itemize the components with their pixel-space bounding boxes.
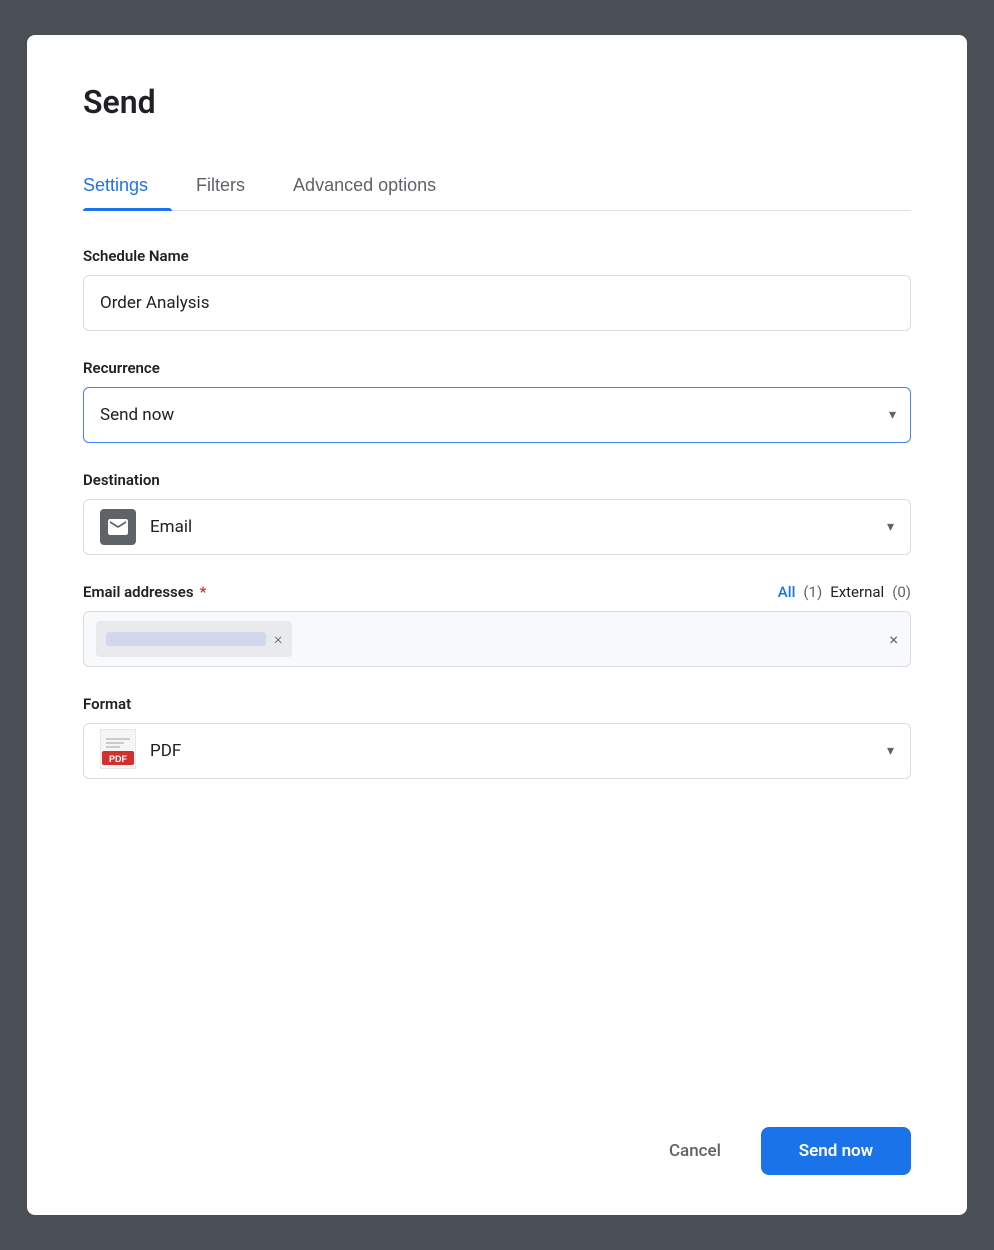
recurrence-chevron-icon: ▾ — [889, 407, 896, 423]
pdf-icon: PDF — [100, 729, 136, 773]
tabs-container: Settings Filters Advanced options — [83, 161, 911, 211]
dialog-title: Send — [83, 83, 911, 121]
email-filter-buttons: All (1) External (0) — [778, 583, 911, 601]
email-icon-bg — [100, 509, 136, 545]
email-addresses-label: Email addresses * — [83, 583, 206, 601]
email-all-count: (1) — [803, 583, 822, 601]
email-external-count: (0) — [892, 583, 911, 601]
destination-value: Email — [150, 517, 887, 537]
destination-section: Destination Email ▾ — [83, 471, 911, 555]
send-dialog: Send Settings Filters Advanced options S… — [27, 35, 967, 1215]
tab-advanced-options[interactable]: Advanced options — [285, 161, 460, 210]
email-tags-input[interactable]: × × — [83, 611, 911, 667]
svg-text:PDF: PDF — [109, 754, 128, 764]
email-tag-close-icon[interactable]: × — [274, 631, 282, 647]
tab-settings[interactable]: Settings — [83, 161, 172, 210]
email-input-empty[interactable]: × — [300, 621, 898, 657]
send-now-button[interactable]: Send now — [761, 1127, 911, 1175]
email-filter-all-button[interactable]: All — [778, 583, 796, 601]
required-indicator: * — [200, 583, 207, 601]
email-empty-close-icon[interactable]: × — [889, 630, 898, 649]
email-section-header: Email addresses * All (1) External (0) — [83, 583, 911, 601]
recurrence-select[interactable]: Send now ▾ — [83, 387, 911, 443]
destination-chevron-icon: ▾ — [887, 519, 894, 535]
recurrence-label: Recurrence — [83, 359, 911, 377]
tab-filters[interactable]: Filters — [188, 161, 269, 210]
email-tag-blurred-text — [106, 632, 266, 646]
dialog-footer: Cancel Send now — [83, 1087, 911, 1175]
pdf-file-icon: PDF — [100, 729, 136, 769]
cancel-button[interactable]: Cancel — [645, 1127, 745, 1175]
email-filter-external-button[interactable]: External — [830, 583, 884, 601]
format-label: Format — [83, 695, 911, 713]
format-chevron-icon: ▾ — [887, 743, 894, 759]
email-addresses-section: Email addresses * All (1) External (0) ×… — [83, 583, 911, 667]
schedule-name-section: Schedule Name — [83, 247, 911, 331]
schedule-name-input[interactable] — [83, 275, 911, 331]
format-select[interactable]: PDF PDF ▾ — [83, 723, 911, 779]
email-icon — [108, 519, 128, 535]
format-value: PDF — [150, 741, 887, 761]
destination-select[interactable]: Email ▾ — [83, 499, 911, 555]
recurrence-section: Recurrence Send now ▾ — [83, 359, 911, 443]
schedule-name-label: Schedule Name — [83, 247, 911, 265]
destination-label: Destination — [83, 471, 911, 489]
recurrence-value: Send now — [100, 405, 174, 425]
format-section: Format PDF PDF ▾ — [83, 695, 911, 779]
email-tag: × — [96, 621, 292, 657]
